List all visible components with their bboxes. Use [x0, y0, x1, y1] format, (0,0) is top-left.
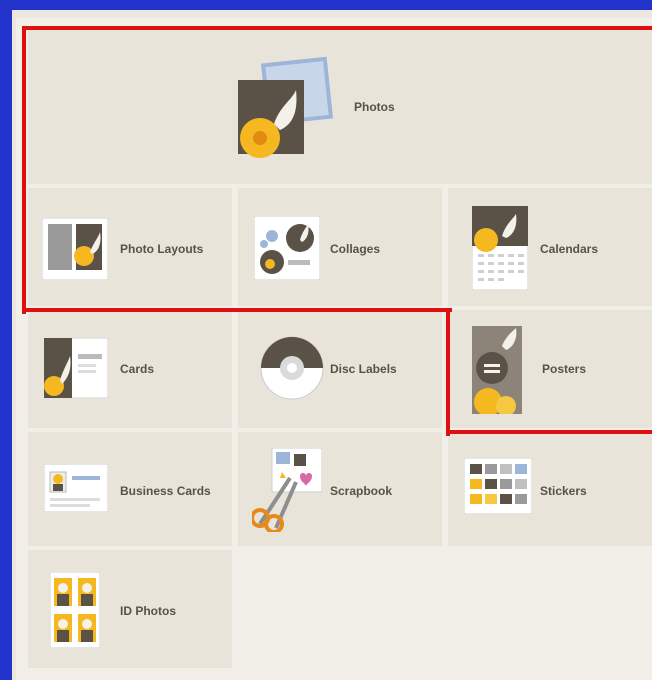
cards-label: Cards [120, 362, 155, 376]
business-cards-label: Business Cards [120, 484, 211, 498]
collages-icon [254, 216, 320, 280]
photos-icon [238, 56, 334, 158]
posters-icon [472, 326, 522, 414]
business-cards-icon [44, 464, 108, 512]
collages-label: Collages [330, 242, 381, 256]
tile-posters[interactable]: Posters [448, 310, 652, 428]
tile-cards[interactable]: Cards [28, 310, 232, 428]
tile-photo-layouts[interactable]: Photo Layouts [28, 188, 232, 306]
id-photos-label: ID Photos [120, 604, 176, 618]
tile-id-photos[interactable]: ID Photos [28, 550, 232, 668]
tile-disc-labels[interactable]: Disc Labels [238, 310, 442, 428]
calendars-icon [472, 206, 528, 290]
calendars-label: Calendars [540, 242, 599, 256]
posters-label: Posters [542, 362, 587, 376]
tile-calendars[interactable]: Calendars [448, 188, 652, 306]
disc-labels-icon [260, 336, 324, 400]
id-photos-icon [50, 572, 100, 648]
cards-icon [44, 338, 108, 398]
stickers-label: Stickers [540, 484, 587, 498]
photos-label: Photos [354, 100, 395, 114]
scrapbook-icon [252, 448, 322, 532]
tile-business-cards[interactable]: Business Cards [28, 432, 232, 546]
tile-photos[interactable]: Photos [28, 30, 652, 184]
scrapbook-label: Scrapbook [330, 484, 393, 498]
disc-labels-label: Disc Labels [330, 362, 397, 376]
tile-scrapbook[interactable]: Scrapbook [238, 432, 442, 546]
photo-layouts-label: Photo Layouts [120, 242, 204, 256]
photo-layouts-icon [42, 218, 108, 280]
tile-stickers[interactable]: Stickers [448, 432, 652, 546]
tile-collages[interactable]: Collages [238, 188, 442, 306]
stickers-icon [464, 458, 532, 514]
